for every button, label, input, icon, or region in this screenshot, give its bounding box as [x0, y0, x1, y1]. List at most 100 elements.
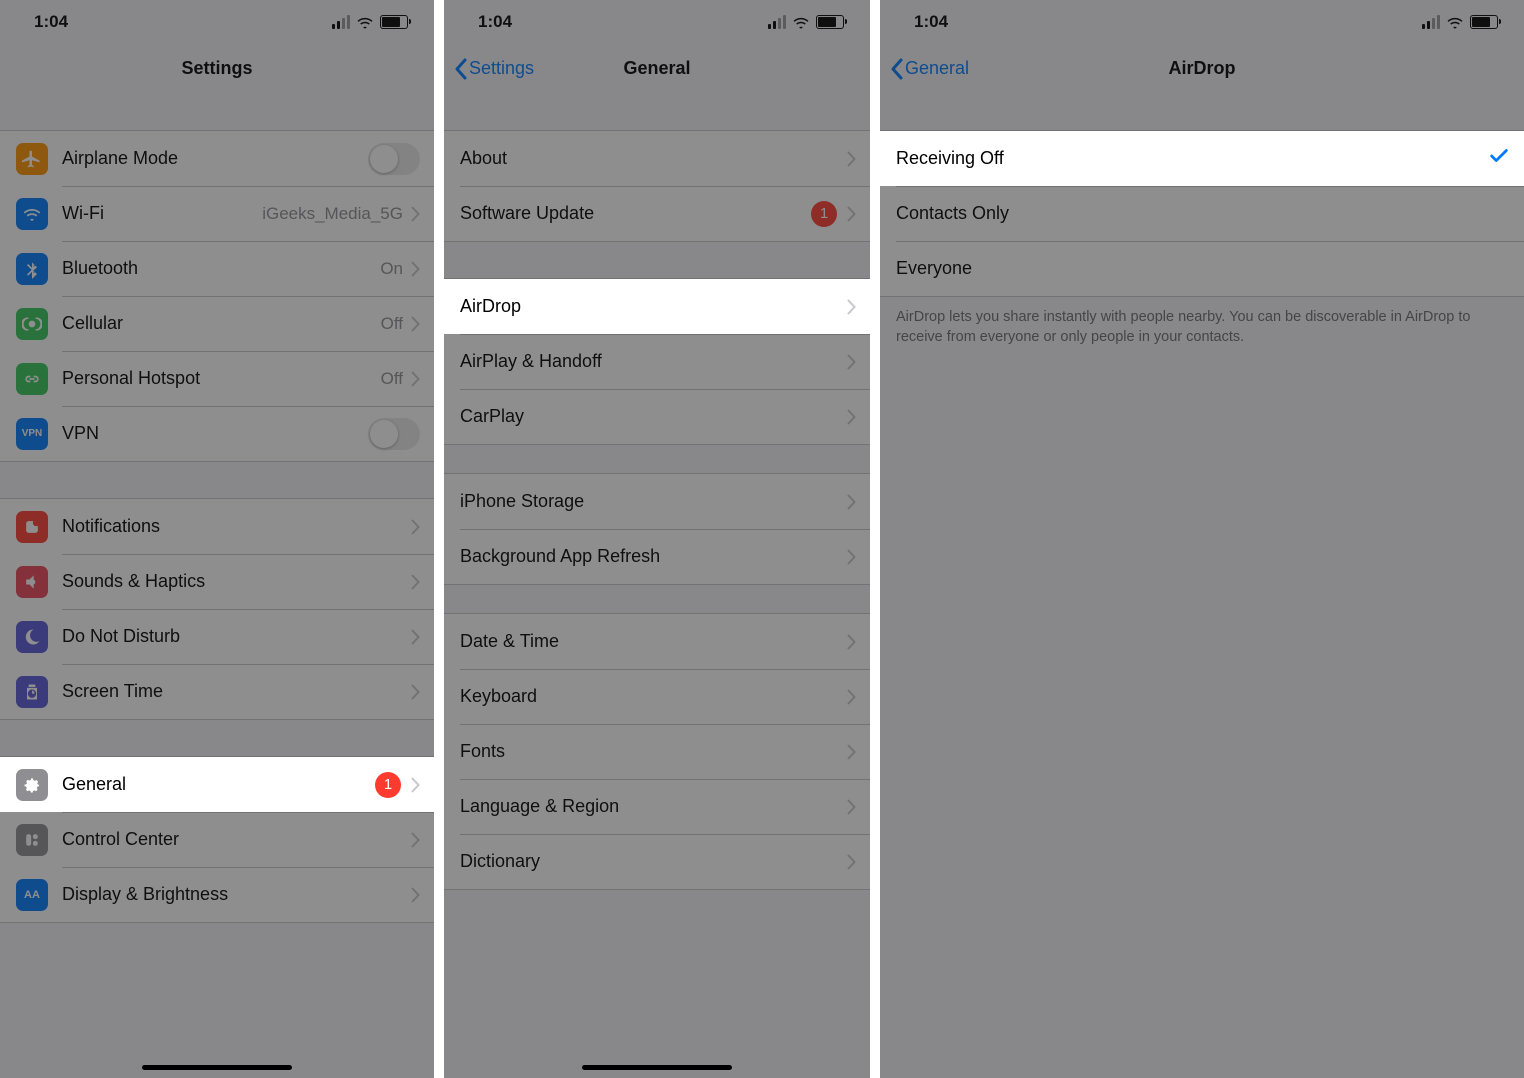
- row-software-update[interactable]: Software Update 1: [444, 186, 870, 241]
- row-detail: Off: [381, 369, 403, 389]
- row-detail: Off: [381, 314, 403, 334]
- home-indicator: [582, 1065, 732, 1070]
- chevron-right-icon: [411, 316, 420, 332]
- chevron-right-icon: [847, 549, 856, 565]
- footer-text: AirDrop lets you share instantly with pe…: [880, 297, 1524, 358]
- row-about[interactable]: About: [444, 131, 870, 186]
- chevron-right-icon: [411, 684, 420, 700]
- row-label: AirPlay & Handoff: [460, 351, 847, 372]
- status-right: [332, 15, 408, 29]
- vpn-switch[interactable]: [368, 418, 420, 450]
- row-cellular[interactable]: Cellular Off: [0, 296, 434, 351]
- page-title: General: [623, 58, 690, 79]
- row-label: Wi-Fi: [62, 203, 262, 224]
- back-button[interactable]: General: [890, 44, 969, 93]
- row-date-time[interactable]: Date & Time: [444, 614, 870, 669]
- battery-icon: [380, 15, 408, 29]
- row-iphone-storage[interactable]: iPhone Storage: [444, 474, 870, 529]
- chevron-right-icon: [847, 634, 856, 650]
- nav-bar: Settings: [0, 44, 434, 94]
- row-airplane-mode[interactable]: Airplane Mode: [0, 131, 434, 186]
- row-airplay-handoff[interactable]: AirPlay & Handoff: [444, 334, 870, 389]
- row-bluetooth[interactable]: Bluetooth On: [0, 241, 434, 296]
- row-control-center[interactable]: Control Center: [0, 812, 434, 867]
- status-bar: 1:04: [444, 0, 870, 44]
- row-language-region[interactable]: Language & Region: [444, 779, 870, 834]
- chevron-right-icon: [847, 206, 856, 222]
- chevron-right-icon: [411, 777, 420, 793]
- row-general[interactable]: General 1: [0, 757, 434, 812]
- page-title: AirDrop: [1169, 58, 1236, 79]
- back-label: Settings: [469, 58, 534, 79]
- row-label: iPhone Storage: [460, 491, 847, 512]
- row-label: Dictionary: [460, 851, 847, 872]
- row-notifications[interactable]: Notifications: [0, 499, 434, 554]
- row-sounds-haptics[interactable]: Sounds & Haptics: [0, 554, 434, 609]
- display-icon: AA: [16, 879, 48, 911]
- row-carplay[interactable]: CarPlay: [444, 389, 870, 444]
- vpn-icon: VPN: [16, 418, 48, 450]
- chevron-right-icon: [411, 887, 420, 903]
- badge: 1: [811, 201, 837, 227]
- cellular-signal-icon: [1422, 15, 1440, 29]
- chevron-right-icon: [847, 494, 856, 510]
- chevron-right-icon: [411, 574, 420, 590]
- wifi-icon: [1446, 15, 1464, 29]
- option-contacts-only[interactable]: Contacts Only: [880, 186, 1524, 241]
- row-fonts[interactable]: Fonts: [444, 724, 870, 779]
- chevron-right-icon: [411, 371, 420, 387]
- chevron-right-icon: [847, 354, 856, 370]
- row-keyboard[interactable]: Keyboard: [444, 669, 870, 724]
- row-personal-hotspot[interactable]: Personal Hotspot Off: [0, 351, 434, 406]
- option-receiving-off[interactable]: Receiving Off: [880, 131, 1524, 186]
- status-right: [768, 15, 844, 29]
- hotspot-icon: [16, 363, 48, 395]
- row-dictionary[interactable]: Dictionary: [444, 834, 870, 889]
- wifi-icon: [356, 15, 374, 29]
- airplane-switch[interactable]: [368, 143, 420, 175]
- chevron-right-icon: [411, 629, 420, 645]
- row-do-not-disturb[interactable]: Do Not Disturb: [0, 609, 434, 664]
- status-bar: 1:04: [880, 0, 1524, 44]
- battery-icon: [816, 15, 844, 29]
- chevron-right-icon: [847, 799, 856, 815]
- screentime-icon: [16, 676, 48, 708]
- chevron-left-icon: [890, 58, 903, 80]
- row-airdrop[interactable]: AirDrop: [444, 279, 870, 334]
- option-everyone[interactable]: Everyone: [880, 241, 1524, 296]
- row-label: Sounds & Haptics: [62, 571, 411, 592]
- chevron-right-icon: [847, 299, 856, 315]
- general-icon: [16, 769, 48, 801]
- page-title: Settings: [181, 58, 252, 79]
- row-background-app-refresh[interactable]: Background App Refresh: [444, 529, 870, 584]
- row-detail: iGeeks_Media_5G: [262, 204, 403, 224]
- row-label: About: [460, 148, 847, 169]
- cellular-signal-icon: [332, 15, 350, 29]
- row-label: Do Not Disturb: [62, 626, 411, 647]
- option-label: Everyone: [896, 258, 1510, 279]
- checkmark-icon: [1488, 145, 1510, 172]
- row-label: Background App Refresh: [460, 546, 847, 567]
- back-button[interactable]: Settings: [454, 44, 534, 93]
- row-label: Software Update: [460, 203, 811, 224]
- row-label: Language & Region: [460, 796, 847, 817]
- row-label: Date & Time: [460, 631, 847, 652]
- row-label: Bluetooth: [62, 258, 380, 279]
- option-label: Contacts Only: [896, 203, 1510, 224]
- wifi-app-icon: [16, 198, 48, 230]
- status-right: [1422, 15, 1498, 29]
- wifi-icon: [792, 15, 810, 29]
- chevron-right-icon: [411, 832, 420, 848]
- chevron-right-icon: [847, 854, 856, 870]
- status-time: 1:04: [34, 12, 68, 32]
- row-wifi[interactable]: Wi-Fi iGeeks_Media_5G: [0, 186, 434, 241]
- row-label: Notifications: [62, 516, 411, 537]
- chevron-left-icon: [454, 58, 467, 80]
- row-screen-time[interactable]: Screen Time: [0, 664, 434, 719]
- option-label: Receiving Off: [896, 148, 1488, 169]
- row-display-brightness[interactable]: AA Display & Brightness: [0, 867, 434, 922]
- row-label: VPN: [62, 423, 368, 444]
- row-vpn[interactable]: VPN VPN: [0, 406, 434, 461]
- cellular-icon: [16, 308, 48, 340]
- row-label: Personal Hotspot: [62, 368, 381, 389]
